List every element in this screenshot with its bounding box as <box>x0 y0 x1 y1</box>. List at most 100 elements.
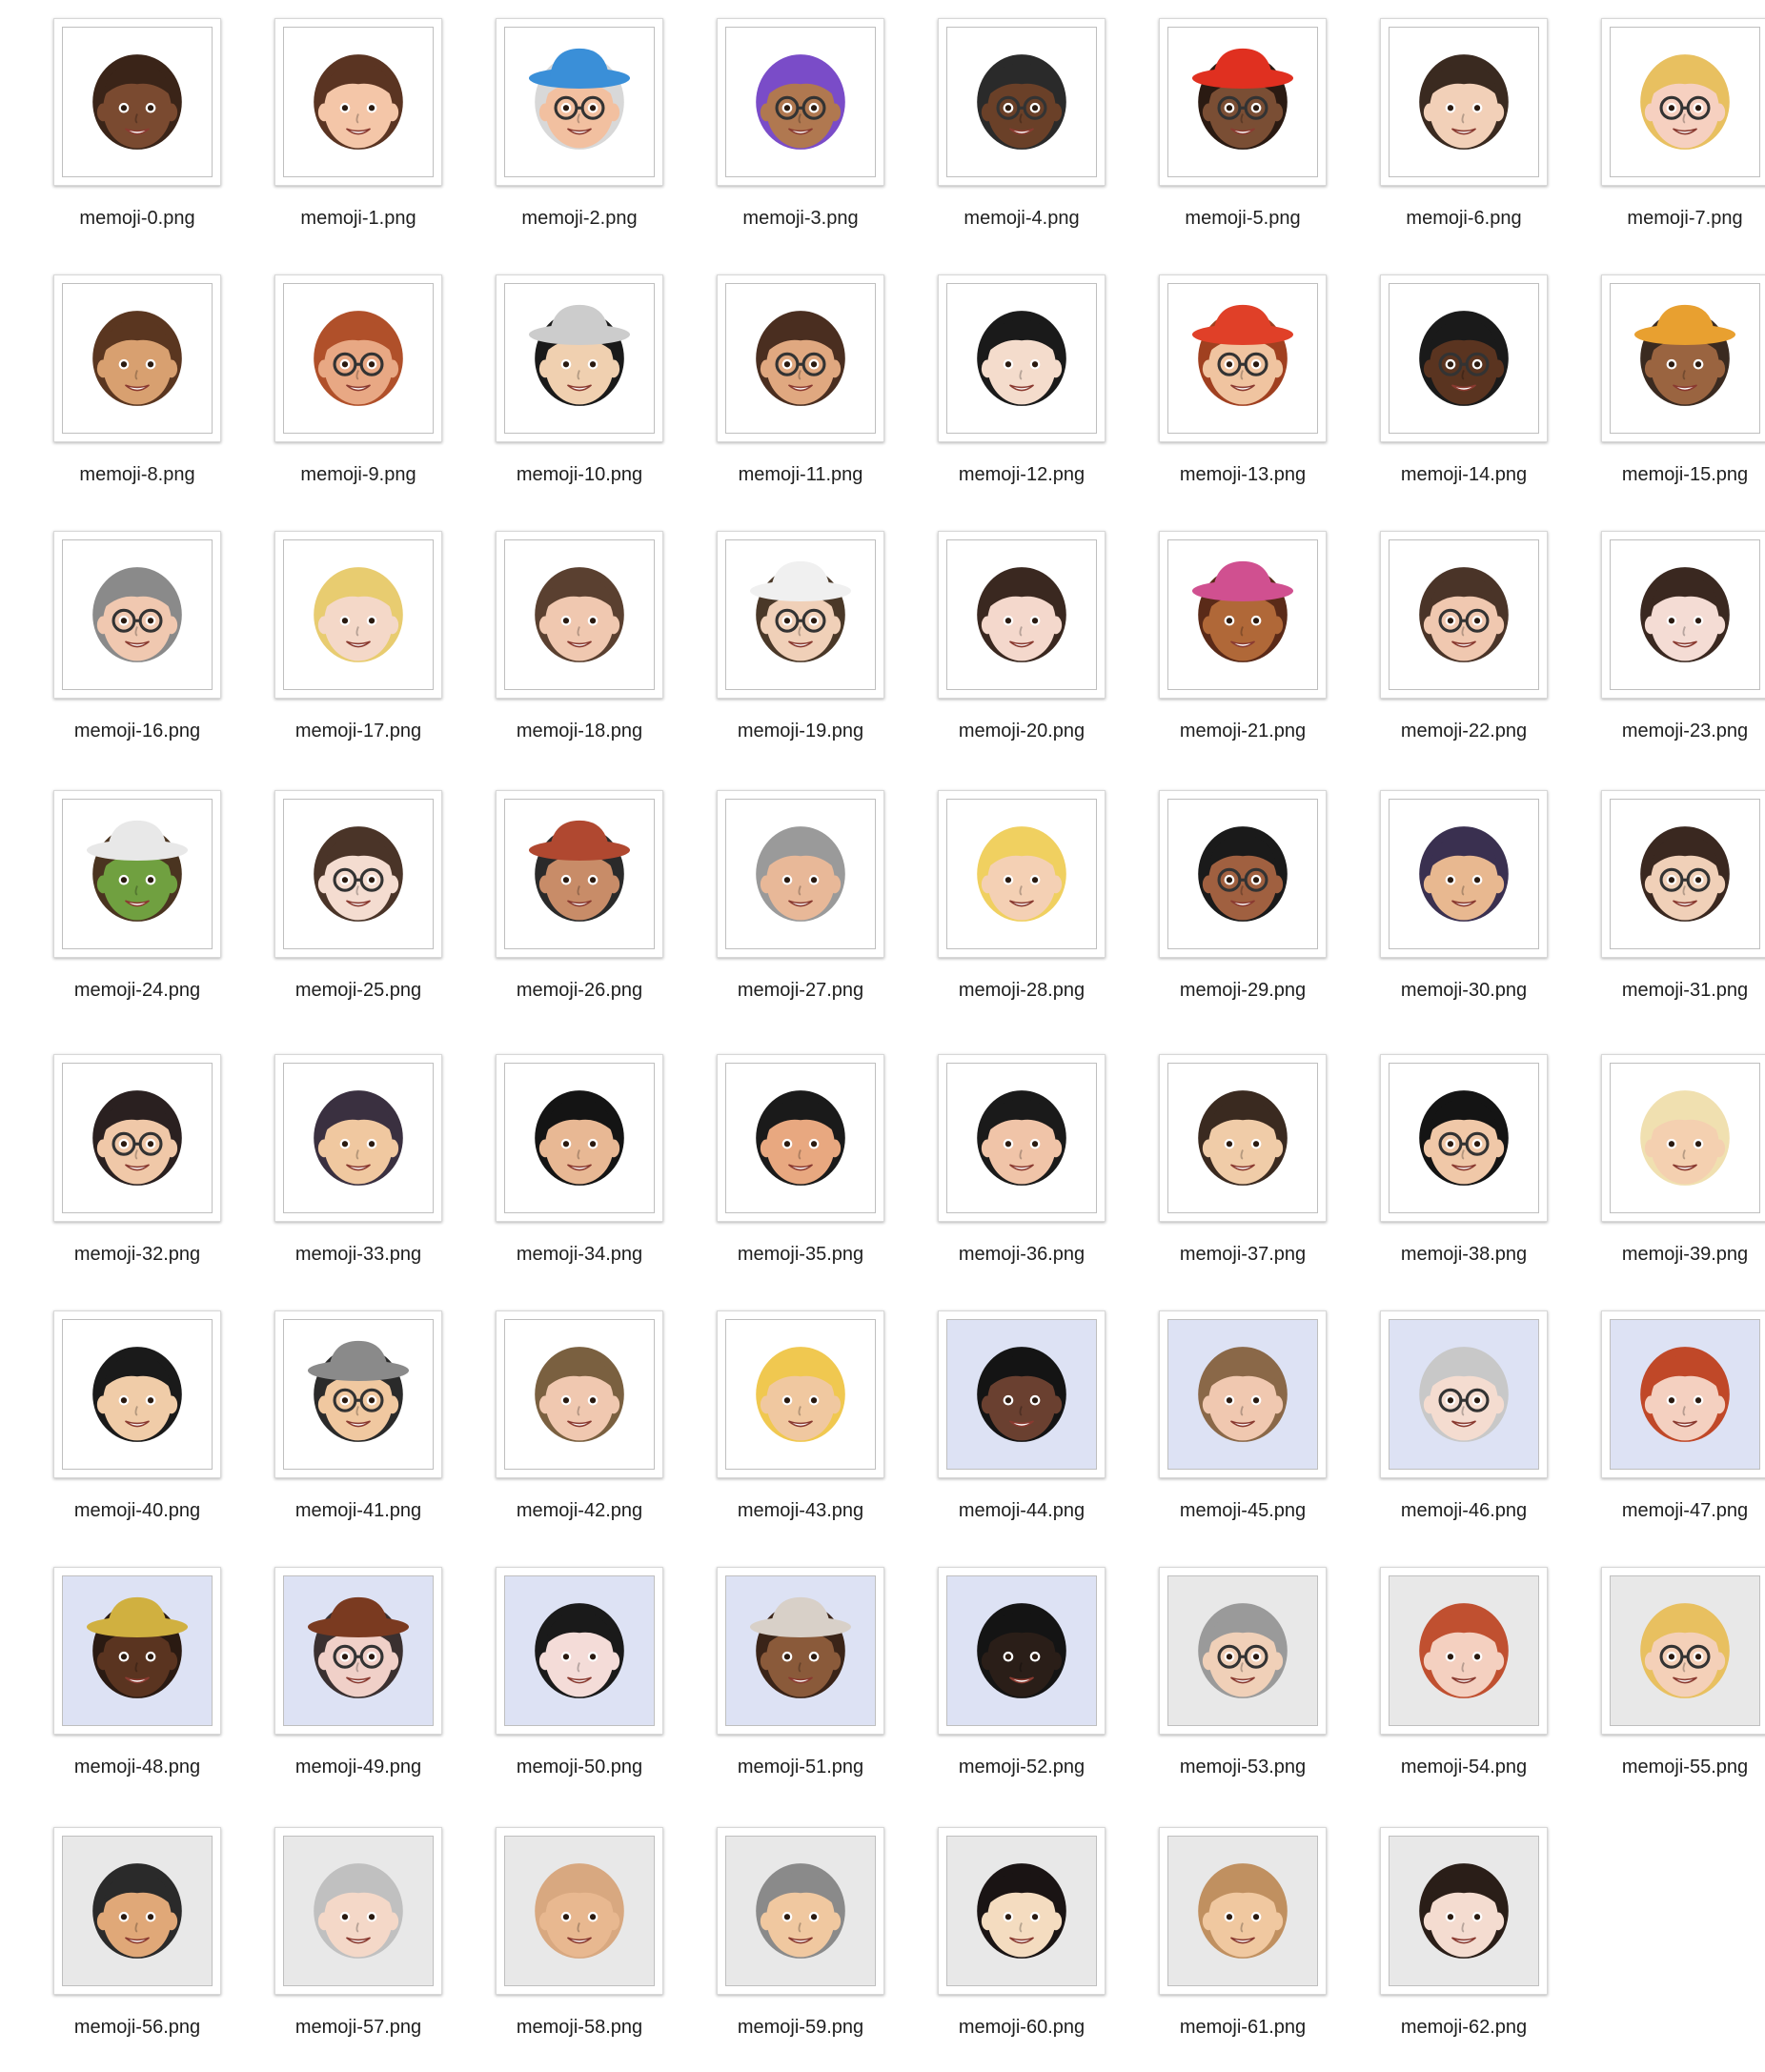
file-thumbnail[interactable] <box>1380 531 1548 699</box>
file-item[interactable]: memoji-37.png <box>1106 1036 1327 1284</box>
file-thumbnail[interactable] <box>274 18 442 186</box>
file-item[interactable]: memoji-26.png <box>442 772 663 1020</box>
file-item[interactable]: memoji-29.png <box>1106 772 1327 1020</box>
file-item[interactable]: memoji-47.png <box>1548 1292 1765 1540</box>
file-item[interactable]: memoji-9.png <box>221 256 442 504</box>
file-item[interactable]: memoji-5.png <box>1106 0 1327 248</box>
file-thumbnail[interactable] <box>1601 274 1765 442</box>
file-thumbnail[interactable] <box>717 274 884 442</box>
file-thumbnail[interactable] <box>938 1054 1106 1222</box>
file-thumbnail[interactable] <box>53 1827 221 1995</box>
file-thumbnail[interactable] <box>717 1310 884 1478</box>
file-item[interactable]: memoji-36.png <box>884 1036 1106 1284</box>
file-thumbnail[interactable] <box>274 1310 442 1478</box>
file-thumbnail[interactable] <box>717 1567 884 1735</box>
file-thumbnail[interactable] <box>53 1310 221 1478</box>
file-item[interactable]: memoji-40.png <box>0 1292 221 1540</box>
file-name-label[interactable]: memoji-31.png <box>1548 980 1765 1002</box>
file-item[interactable]: memoji-24.png <box>0 772 221 1020</box>
file-thumbnail[interactable] <box>1380 274 1548 442</box>
file-item[interactable]: memoji-32.png <box>0 1036 221 1284</box>
file-item[interactable]: memoji-3.png <box>663 0 884 248</box>
file-item[interactable]: memoji-46.png <box>1327 1292 1548 1540</box>
file-thumbnail[interactable] <box>938 274 1106 442</box>
file-name-label[interactable]: memoji-47.png <box>1548 1500 1765 1522</box>
file-item[interactable]: memoji-60.png <box>884 1809 1106 2057</box>
file-item[interactable]: memoji-13.png <box>1106 256 1327 504</box>
file-thumbnail[interactable] <box>496 274 663 442</box>
file-thumbnail[interactable] <box>274 790 442 958</box>
file-thumbnail[interactable] <box>496 1827 663 1995</box>
file-item[interactable]: memoji-57.png <box>221 1809 442 2057</box>
file-item[interactable]: memoji-48.png <box>0 1549 221 1797</box>
file-thumbnail[interactable] <box>1380 18 1548 186</box>
file-thumbnail[interactable] <box>1159 1827 1327 1995</box>
file-item[interactable]: memoji-55.png <box>1548 1549 1765 1797</box>
file-item[interactable]: memoji-44.png <box>884 1292 1106 1540</box>
file-thumbnail[interactable] <box>1601 18 1765 186</box>
file-item[interactable]: memoji-59.png <box>663 1809 884 2057</box>
file-item[interactable]: memoji-18.png <box>442 513 663 761</box>
file-name-label[interactable]: memoji-39.png <box>1548 1244 1765 1266</box>
file-item[interactable]: memoji-54.png <box>1327 1549 1548 1797</box>
file-item[interactable]: memoji-22.png <box>1327 513 1548 761</box>
file-thumbnail[interactable] <box>274 1054 442 1222</box>
file-item[interactable]: memoji-61.png <box>1106 1809 1327 2057</box>
file-item[interactable]: memoji-49.png <box>221 1549 442 1797</box>
file-thumbnail[interactable] <box>938 531 1106 699</box>
file-thumbnail[interactable] <box>1601 531 1765 699</box>
file-item[interactable]: memoji-42.png <box>442 1292 663 1540</box>
file-thumbnail[interactable] <box>496 790 663 958</box>
file-item[interactable]: memoji-7.png <box>1548 0 1765 248</box>
file-item[interactable]: memoji-38.png <box>1327 1036 1548 1284</box>
file-thumbnail[interactable] <box>1159 790 1327 958</box>
file-item[interactable]: memoji-17.png <box>221 513 442 761</box>
file-item[interactable]: memoji-41.png <box>221 1292 442 1540</box>
file-thumbnail[interactable] <box>1601 1054 1765 1222</box>
file-thumbnail[interactable] <box>274 274 442 442</box>
file-thumbnail[interactable] <box>53 18 221 186</box>
file-item[interactable]: memoji-19.png <box>663 513 884 761</box>
file-item[interactable]: memoji-56.png <box>0 1809 221 2057</box>
file-thumbnail[interactable] <box>938 1310 1106 1478</box>
file-thumbnail[interactable] <box>1159 1310 1327 1478</box>
file-thumbnail[interactable] <box>53 274 221 442</box>
file-thumbnail[interactable] <box>1159 531 1327 699</box>
file-thumbnail[interactable] <box>717 1827 884 1995</box>
file-item[interactable]: memoji-21.png <box>1106 513 1327 761</box>
file-thumbnail[interactable] <box>1601 1567 1765 1735</box>
file-item[interactable]: memoji-15.png <box>1548 256 1765 504</box>
file-item[interactable]: memoji-53.png <box>1106 1549 1327 1797</box>
file-thumbnail[interactable] <box>938 790 1106 958</box>
file-thumbnail[interactable] <box>1601 1310 1765 1478</box>
file-name-label[interactable]: memoji-62.png <box>1327 2017 1601 2039</box>
file-thumbnail[interactable] <box>1601 790 1765 958</box>
file-thumbnail[interactable] <box>938 1567 1106 1735</box>
file-item[interactable]: memoji-14.png <box>1327 256 1548 504</box>
file-item[interactable]: memoji-20.png <box>884 513 1106 761</box>
file-item[interactable]: memoji-25.png <box>221 772 442 1020</box>
file-thumbnail[interactable] <box>53 1567 221 1735</box>
file-name-label[interactable]: memoji-23.png <box>1548 721 1765 742</box>
file-thumbnail[interactable] <box>717 1054 884 1222</box>
file-item[interactable]: memoji-4.png <box>884 0 1106 248</box>
file-thumbnail[interactable] <box>938 1827 1106 1995</box>
file-thumbnail[interactable] <box>496 18 663 186</box>
file-thumbnail[interactable] <box>1380 1827 1548 1995</box>
file-item[interactable]: memoji-33.png <box>221 1036 442 1284</box>
file-item[interactable]: memoji-39.png <box>1548 1036 1765 1284</box>
file-name-label[interactable]: memoji-7.png <box>1548 208 1765 230</box>
file-thumbnail[interactable] <box>938 18 1106 186</box>
file-thumbnail[interactable] <box>53 790 221 958</box>
file-thumbnail[interactable] <box>1159 274 1327 442</box>
file-item[interactable]: memoji-0.png <box>0 0 221 248</box>
file-item[interactable]: memoji-28.png <box>884 772 1106 1020</box>
file-thumbnail[interactable] <box>1159 18 1327 186</box>
file-item[interactable]: memoji-31.png <box>1548 772 1765 1020</box>
file-item[interactable]: memoji-45.png <box>1106 1292 1327 1540</box>
file-item[interactable]: memoji-23.png <box>1548 513 1765 761</box>
file-item[interactable]: memoji-6.png <box>1327 0 1548 248</box>
file-item[interactable]: memoji-8.png <box>0 256 221 504</box>
file-thumbnail[interactable] <box>717 18 884 186</box>
file-thumbnail[interactable] <box>496 1567 663 1735</box>
